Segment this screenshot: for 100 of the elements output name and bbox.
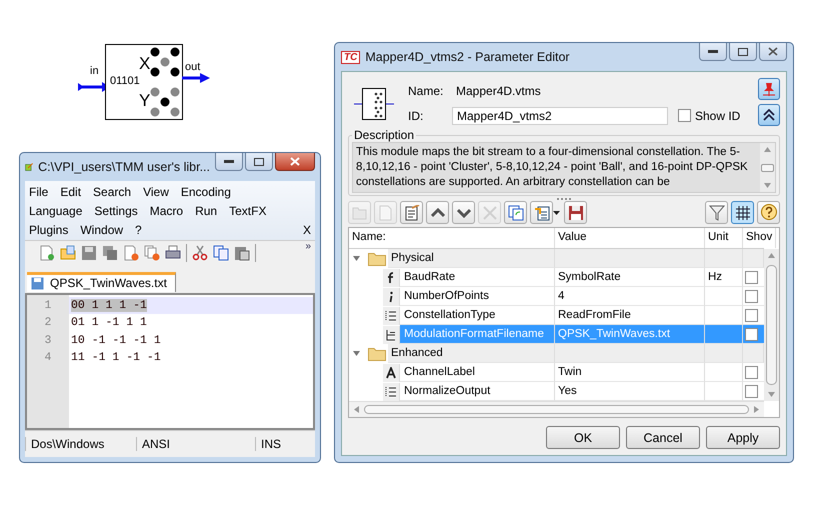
show-id-checkbox[interactable] — [678, 109, 691, 122]
port-label: in — [90, 65, 99, 77]
folder-icon — [368, 346, 386, 360]
file-tab[interactable]: QPSK_TwinWaves.txt — [27, 272, 176, 292]
menu-item[interactable]: TextFX — [229, 204, 266, 218]
scroll-down-icon[interactable] — [768, 391, 775, 398]
dialog-button[interactable]: Apply — [706, 426, 780, 449]
down-icon[interactable] — [452, 201, 475, 224]
save-icon[interactable] — [81, 245, 97, 261]
show-checkbox[interactable] — [745, 290, 758, 302]
close-button[interactable] — [759, 43, 787, 61]
show-checkbox[interactable] — [745, 308, 758, 322]
show-checkbox[interactable] — [745, 384, 758, 398]
window-title: C:\VPI_users\TMM user's libr... — [38, 160, 210, 174]
expand-arrow-icon[interactable] — [353, 256, 362, 261]
minimize-button[interactable] — [699, 43, 727, 61]
menu-item[interactable]: Plugins — [29, 222, 68, 236]
minimize-icon — [224, 160, 234, 164]
paste-icon[interactable] — [234, 245, 250, 261]
help-button[interactable] — [757, 201, 780, 224]
menu-item[interactable]: View — [143, 184, 169, 198]
scroll-down-icon[interactable] — [764, 182, 771, 189]
splitter-handle[interactable] — [556, 197, 572, 200]
dialog-button[interactable]: Cancel — [626, 426, 700, 449]
menu-item[interactable]: Edit — [60, 184, 82, 198]
grid-icon[interactable] — [731, 201, 754, 224]
group-name[interactable]: Physical — [388, 249, 555, 268]
parameter-value[interactable]: Twin — [555, 363, 705, 382]
toolbar-overflow-button[interactable]: » — [305, 241, 311, 252]
app-logo: TC — [341, 50, 360, 64]
menu-item[interactable]: File — [29, 184, 48, 198]
close-document-button[interactable]: X — [302, 222, 311, 236]
status-field: ANSI — [136, 437, 255, 451]
parameter-value[interactable]: 4 — [555, 287, 705, 306]
close-all-icon[interactable] — [144, 245, 160, 261]
show-checkbox[interactable] — [745, 270, 758, 284]
output-arrow-icon — [182, 72, 210, 84]
group-name[interactable]: Enhanced — [388, 344, 555, 363]
double-chevron-up-icon — [763, 109, 775, 121]
parameter-name[interactable]: NumberOfPoints — [400, 287, 555, 306]
menu-item[interactable]: Settings — [94, 204, 138, 218]
menu-item[interactable]: Window — [80, 222, 124, 236]
show-checkbox[interactable] — [745, 328, 758, 340]
code-line: 01 1 -1 1 1 — [71, 316, 147, 330]
menu-item[interactable]: Run — [195, 204, 218, 218]
expand-arrow-icon[interactable] — [353, 351, 362, 356]
dropdown-caret-icon[interactable] — [553, 210, 560, 214]
scroll-up-icon[interactable] — [764, 146, 771, 153]
parameter-value[interactable]: SymbolRate — [555, 268, 705, 287]
up-icon[interactable] — [426, 201, 449, 224]
status-field: INS — [255, 437, 286, 451]
column-header[interactable]: Unit — [705, 228, 743, 248]
menu-item[interactable]: Macro — [150, 204, 184, 218]
column-header[interactable]: Name: — [349, 228, 555, 248]
scroll-left-icon[interactable] — [353, 406, 360, 413]
name-value: Mapper4D.vtms — [455, 84, 541, 98]
save-all-icon[interactable] — [102, 245, 118, 261]
maximize-button[interactable] — [729, 43, 757, 61]
filter-icon[interactable] — [705, 201, 728, 224]
scroll-thumb[interactable] — [364, 405, 749, 414]
notepad-icon[interactable] — [400, 201, 423, 224]
print-icon[interactable] — [165, 245, 181, 261]
id-field[interactable]: Mapper4D_vtms2 — [452, 106, 668, 124]
scroll-thumb[interactable] — [766, 265, 777, 385]
maximize-icon — [738, 48, 748, 56]
scroll-thumb[interactable] — [761, 164, 774, 172]
show-checkbox[interactable] — [745, 366, 758, 378]
pin-button[interactable] — [758, 78, 780, 100]
copy-icon[interactable] — [504, 201, 527, 224]
dialog-button[interactable]: OK — [546, 426, 620, 449]
tree-list-icon — [383, 326, 400, 344]
open-folder-icon[interactable] — [60, 245, 76, 261]
save-icon[interactable] — [564, 201, 587, 224]
menu-item[interactable]: Search — [93, 184, 132, 198]
scrollbar[interactable] — [764, 249, 779, 401]
close-icon — [290, 157, 300, 166]
parameter-name[interactable]: BaudRate — [400, 268, 555, 287]
close-button[interactable] — [275, 153, 315, 171]
scissors-icon[interactable] — [192, 245, 208, 261]
scrollbar[interactable] — [760, 143, 775, 192]
maximize-icon — [254, 158, 264, 166]
column-header[interactable]: Shov — [743, 228, 776, 248]
close-file-icon[interactable] — [123, 245, 139, 261]
scroll-up-icon[interactable] — [768, 252, 775, 259]
copy-icon[interactable] — [213, 245, 229, 261]
description-label: Description — [353, 128, 416, 142]
scroll-right-icon[interactable] — [753, 406, 760, 413]
dot-grid-drawing — [150, 47, 180, 117]
menu-item[interactable]: Language — [29, 204, 82, 218]
parameter-name[interactable]: ChannelLabel — [400, 363, 555, 382]
collapse-button[interactable] — [758, 104, 780, 126]
line-number: 4 — [44, 350, 52, 366]
new-file-icon[interactable] — [39, 245, 55, 261]
minimize-button[interactable] — [215, 153, 243, 171]
menu-item[interactable]: Encoding — [180, 184, 231, 198]
list-icon[interactable] — [530, 201, 553, 224]
maximize-button[interactable] — [245, 153, 273, 171]
menu-item[interactable]: ? — [135, 222, 142, 236]
column-header[interactable]: Value — [555, 228, 705, 248]
horizontal-scrollbar[interactable] — [349, 401, 764, 417]
